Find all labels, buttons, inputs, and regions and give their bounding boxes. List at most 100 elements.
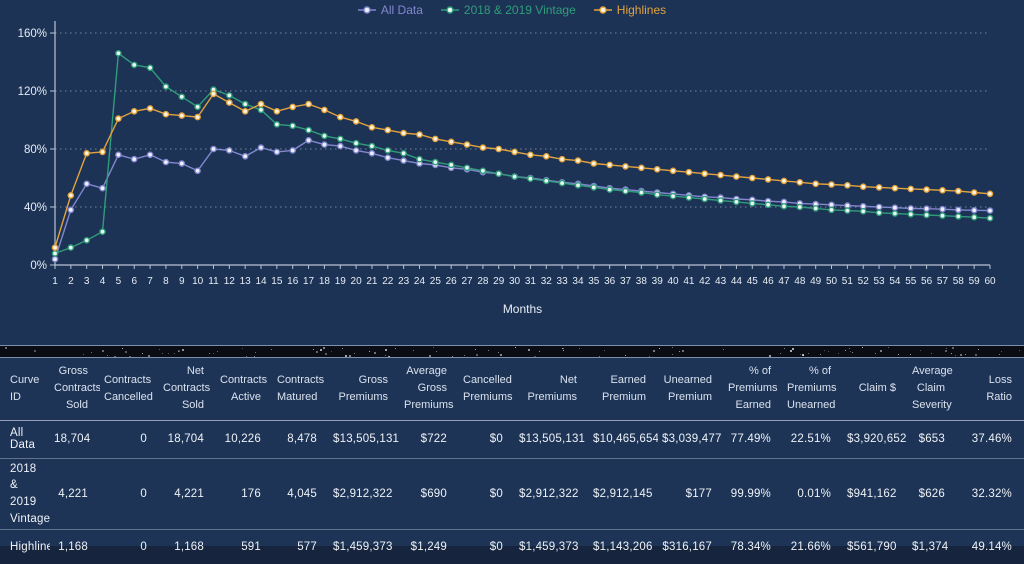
column-header--of-premiums-earned[interactable]: % of Premiums Earned <box>724 358 783 420</box>
column-header-average-claim-severity[interactable]: Average Claim Severity <box>908 358 957 420</box>
table-cell: 99.99% <box>724 458 783 530</box>
table-cell: $722 <box>400 420 459 458</box>
svg-text:43: 43 <box>715 276 727 287</box>
table-cell: 32.32% <box>957 458 1024 530</box>
table-row-all-data[interactable]: All Data18,704018,70410,2268,478$13,505,… <box>0 420 1024 458</box>
svg-text:41: 41 <box>683 276 695 287</box>
svg-text:38: 38 <box>636 276 648 287</box>
column-header-net-premiums[interactable]: Net Premiums <box>515 358 589 420</box>
speckle-dot <box>528 349 530 351</box>
table-cell: 10,226 <box>216 420 273 458</box>
curve-summary-table-panel: Curve IDGross Contracts SoldContracts Ca… <box>0 358 1024 546</box>
speckle-dot <box>1019 350 1020 351</box>
speckle-dot <box>1001 351 1002 352</box>
speckle-dot <box>255 352 256 353</box>
legend-label: 2018 & 2019 Vintage <box>464 3 576 17</box>
speckle-dot <box>515 347 516 348</box>
svg-text:16: 16 <box>287 276 299 287</box>
speckle-dot <box>880 350 882 352</box>
table-cell: 0 <box>100 420 159 458</box>
table-cell: $1,374 <box>908 530 957 564</box>
speckle-dot <box>345 355 347 357</box>
speckle-dot <box>413 350 414 351</box>
curve-summary-table: Curve IDGross Contracts SoldContracts Ca… <box>0 358 1024 564</box>
table-row-2018-2019-vintage[interactable]: 2018 & 2019 Vintage4,22104,2211764,045$2… <box>0 458 1024 530</box>
legend-item-highlines[interactable]: Highlines <box>594 3 666 17</box>
table-cell: 0 <box>100 530 159 564</box>
speckle-dot <box>395 348 396 349</box>
speckle-dot <box>723 349 724 350</box>
speckle-dot <box>945 350 947 352</box>
speckle-dot <box>323 347 325 349</box>
speckle-dot <box>951 353 952 354</box>
column-header-contracts-cancelled[interactable]: Contracts Cancelled <box>100 358 159 420</box>
column-header-gross-premiums[interactable]: Gross Premiums <box>329 358 400 420</box>
speckle-dot <box>385 349 387 351</box>
column-header-average-gross-premiums[interactable]: Average Gross Premiums <box>400 358 459 420</box>
table-cell: 78.34% <box>724 530 783 564</box>
speckle-dot <box>946 348 947 349</box>
panel-separator[interactable] <box>0 345 1024 358</box>
svg-text:29: 29 <box>493 276 505 287</box>
speckle-dot <box>168 353 169 354</box>
svg-text:56: 56 <box>921 276 933 287</box>
table-cell: 8,478 <box>273 420 329 458</box>
speckle-dot <box>820 354 821 355</box>
speckle-dot <box>242 348 243 349</box>
speckle-dot <box>500 354 502 356</box>
speckle-dot <box>174 353 175 354</box>
table-cell: $941,162 <box>843 458 908 530</box>
column-header-net-contracts-sold[interactable]: Net Contracts Sold <box>159 358 216 420</box>
table-cell: 176 <box>216 458 273 530</box>
table-cell: $13,505,131 <box>515 420 589 458</box>
column-header-claim-[interactable]: Claim $ <box>843 358 908 420</box>
speckle-dot <box>217 351 218 352</box>
column-header-curve-id[interactable]: Curve ID <box>0 358 50 420</box>
speckle-dot <box>599 356 600 357</box>
svg-text:3: 3 <box>84 276 90 287</box>
speckle-dot <box>254 356 255 357</box>
speckle-dot <box>800 354 801 355</box>
svg-text:59: 59 <box>969 276 981 287</box>
table-row-highlines[interactable]: Highlines1,16801,168591577$1,459,373$1,2… <box>0 530 1024 564</box>
speckle-dot <box>83 354 84 355</box>
column-header-gross-contracts-sold[interactable]: Gross Contracts Sold <box>50 358 100 420</box>
legend-marker-icon <box>358 5 376 15</box>
column-header-loss-ratio[interactable]: Loss Ratio <box>957 358 1024 420</box>
column-header--of-premiums-unearned[interactable]: % of Premiums Unearned <box>783 358 843 420</box>
speckle-dot <box>563 348 564 349</box>
svg-text:46: 46 <box>763 276 775 287</box>
svg-text:34: 34 <box>572 276 584 287</box>
speckle-dot <box>672 354 673 355</box>
column-header-contracts-active[interactable]: Contracts Active <box>216 358 273 420</box>
speckle-dot <box>5 347 7 349</box>
curve-id-cell: Highlines <box>0 530 50 564</box>
table-cell: $2,912,322 <box>515 458 589 530</box>
table-cell: 49.14% <box>957 530 1024 564</box>
speckle-dot <box>182 349 184 351</box>
speckle-dot <box>142 353 143 354</box>
column-header-unearned-premium[interactable]: Unearned Premium <box>658 358 724 420</box>
speckle-dot <box>849 348 850 349</box>
speckle-dot <box>563 350 564 351</box>
column-header-earned-premium[interactable]: Earned Premium <box>589 358 658 420</box>
series-highlines <box>52 91 992 250</box>
svg-text:6: 6 <box>131 276 137 287</box>
speckle-dot <box>488 350 489 351</box>
speckle-dot <box>476 354 478 356</box>
column-header-cancelled-premiums[interactable]: Cancelled Premiums <box>459 358 515 420</box>
speckle-dot <box>920 350 921 351</box>
svg-text:51: 51 <box>842 276 854 287</box>
column-header-contracts-matured[interactable]: Contracts Matured <box>273 358 329 420</box>
svg-text:48: 48 <box>794 276 806 287</box>
speckle-dot <box>320 349 322 351</box>
legend-item-2018-2019-vintage[interactable]: 2018 & 2019 Vintage <box>441 3 576 17</box>
speckle-dot <box>313 349 314 350</box>
speckle-dot <box>625 355 626 356</box>
speckle-dot <box>213 353 214 354</box>
speckle-dot <box>271 349 272 350</box>
table-cell: $0 <box>459 458 515 530</box>
speckle-dot <box>975 354 977 356</box>
svg-text:40: 40 <box>667 276 679 287</box>
legend-item-all-data[interactable]: All Data <box>358 3 423 17</box>
